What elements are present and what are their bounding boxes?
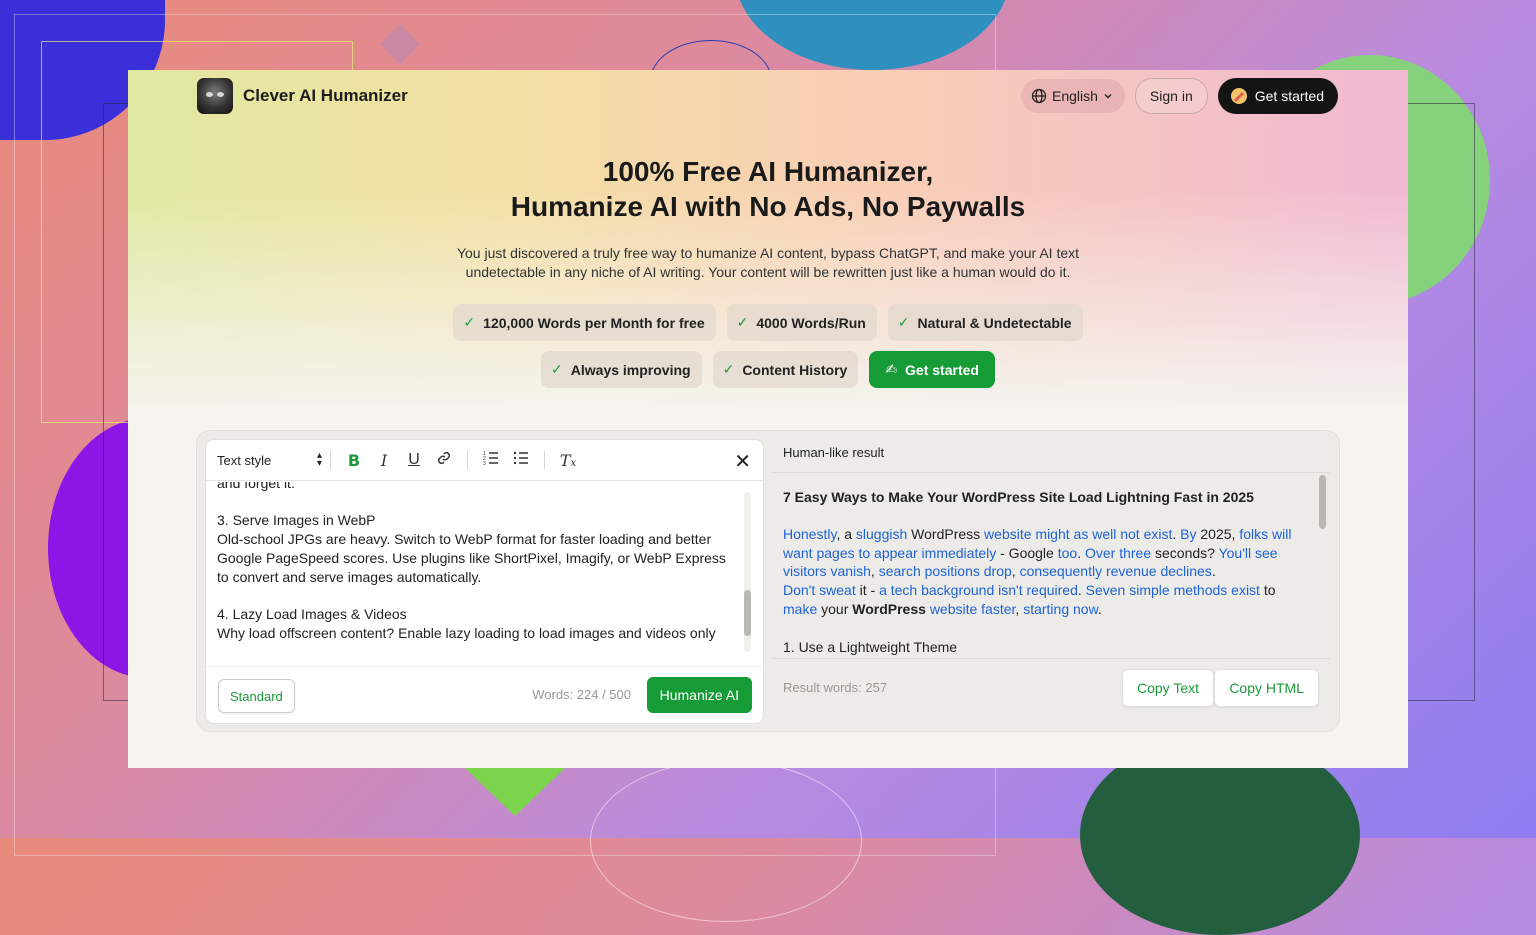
- close-icon[interactable]: ✕: [734, 449, 751, 474]
- editor-line: 3. Serve Images in WebP: [217, 512, 376, 529]
- feature-row: ✓ Always improving ✓ Content History ✍ Get …: [128, 351, 1408, 388]
- italic-icon[interactable]: I: [369, 451, 399, 470]
- editor-toolbar: Text style ▴ ▾ B I U 123 Tx ✕: [206, 440, 763, 481]
- result-text[interactable]: 7 Easy Ways to Make Your WordPress Site …: [783, 488, 1308, 661]
- editor-line: and forget it.: [217, 482, 295, 491]
- check-icon: ✓: [463, 314, 476, 330]
- feature-label: Natural & Undetectable: [917, 314, 1072, 331]
- result-footer: Result words: 257 Copy Text Copy HTML: [772, 658, 1330, 715]
- feature-label: Always improving: [570, 361, 691, 378]
- result-line: 1. Use a Lightweight Theme: [783, 638, 958, 655]
- feature-pill: ✓ Natural & Undetectable: [887, 304, 1083, 341]
- subtitle-line-1: You just discovered a truly free way to …: [456, 245, 1080, 261]
- check-icon: ✓: [722, 361, 735, 377]
- language-label: English: [1052, 88, 1098, 104]
- input-editor: Text style ▴ ▾ B I U 123 Tx ✕ and forget…: [205, 439, 764, 724]
- brand-logo[interactable]: Clever AI Humanizer: [197, 78, 408, 114]
- editor-line: [217, 586, 732, 605]
- scrollbar-thumb[interactable]: [1319, 475, 1326, 529]
- editor-line: Why load offscreen content? Enable lazy …: [217, 624, 716, 641]
- bullet-list-icon[interactable]: [506, 450, 536, 471]
- toolbar-divider: [544, 451, 545, 469]
- editor-line: [217, 493, 732, 512]
- check-icon: ✓: [736, 314, 749, 330]
- page-title: 100% Free AI Humanizer, Humanize AI with…: [128, 154, 1408, 224]
- page-subtitle: You just discovered a truly free way to …: [428, 244, 1108, 282]
- feature-pill: ✓ 120,000 Words per Month for free: [453, 304, 716, 341]
- editor-footer: Standard Words: 224 / 500 Humanize AI: [206, 666, 763, 723]
- title-line-2: Humanize AI with No Ads, No Paywalls: [510, 191, 1026, 222]
- feature-row: ✓ 120,000 Words per Month for free ✓ 4000 …: [128, 304, 1408, 341]
- result-paragraph: Honestly, a sluggish WordPress website m…: [783, 525, 1292, 580]
- clear-format-icon[interactable]: Tx: [553, 451, 583, 470]
- chevron-down-icon: [1104, 94, 1112, 99]
- check-icon: ✓: [551, 361, 563, 377]
- result-gap: [783, 619, 1308, 638]
- humanize-button[interactable]: Humanize AI: [646, 677, 752, 713]
- editor-line: 4. Lazy Load Images & Videos: [217, 605, 407, 622]
- humanizer-tool: Text style ▴ ▾ B I U 123 Tx ✕ and forget…: [196, 430, 1340, 732]
- feature-label: 120,000 Words per Month for free: [483, 314, 705, 331]
- get-started-cta-button[interactable]: ✍ Get started: [869, 351, 995, 388]
- brand-name: Clever AI Humanizer: [243, 86, 408, 105]
- globe-icon: [1031, 88, 1047, 104]
- feature-label: 4000 Words/Run: [756, 314, 866, 331]
- copy-text-button[interactable]: Copy Text: [1122, 669, 1214, 707]
- result-scrollbar[interactable]: [1319, 473, 1326, 655]
- word-count: Words: 224 / 500: [532, 687, 631, 702]
- ordered-list-icon[interactable]: 123: [476, 450, 506, 471]
- editor-text-area[interactable]: and forget it. 3. Serve Images in WebP O…: [217, 482, 732, 662]
- toolbar-divider: [330, 451, 331, 469]
- header-actions: English Sign in Get started: [1021, 78, 1338, 114]
- result-title: 7 Easy Ways to Make Your WordPress Site …: [783, 489, 1254, 505]
- language-selector[interactable]: English: [1021, 79, 1125, 113]
- feature-pill: ✓ Content History: [712, 351, 859, 388]
- result-heading: Human-like result: [772, 432, 1330, 473]
- copy-html-button[interactable]: Copy HTML: [1214, 669, 1319, 707]
- check-icon: ✓: [897, 314, 910, 330]
- feature-pill: ✓ 4000 Words/Run: [726, 304, 877, 341]
- scrollbar-thumb[interactable]: [744, 590, 751, 636]
- subtitle-line-2: undetectable in any niche of AI writing.…: [465, 264, 1071, 280]
- bold-icon[interactable]: B: [339, 451, 369, 470]
- text-style-select[interactable]: Text style ▴ ▾: [217, 450, 322, 469]
- bg-line: [590, 760, 862, 922]
- result-paragraph: Don't sweat it - a tech background isn't…: [783, 582, 1276, 617]
- cta-label: Get started: [905, 361, 979, 378]
- svg-text:3: 3: [483, 461, 486, 466]
- editor-line: Old-school JPGs are heavy. Switch to Web…: [217, 531, 712, 548]
- feature-pill: ✓ Always improving: [541, 351, 702, 388]
- writing-hand-icon: ✍: [885, 361, 898, 377]
- underline-icon[interactable]: U: [399, 451, 429, 469]
- get-started-label: Get started: [1254, 88, 1324, 104]
- sign-in-button[interactable]: Sign in: [1134, 78, 1208, 114]
- pen-icon: [1230, 88, 1247, 104]
- result-word-count: Result words: 257: [783, 680, 888, 695]
- text-style-label: Text style: [217, 452, 272, 468]
- robot-face-icon: [197, 78, 233, 114]
- editor-line: to convert and serve images automaticall…: [217, 568, 482, 585]
- mode-button[interactable]: Standard: [218, 679, 295, 713]
- bg-shape: [735, 0, 1010, 70]
- toolbar-divider: [467, 451, 468, 469]
- editor-scrollbar[interactable]: [744, 492, 751, 652]
- link-icon[interactable]: [429, 450, 459, 471]
- get-started-button[interactable]: Get started: [1217, 78, 1338, 114]
- main-panel: Clever AI Humanizer English Sign in Get …: [128, 70, 1408, 768]
- bg-shape: [380, 24, 420, 64]
- feature-label: Content History: [742, 361, 848, 378]
- bg-shape: [465, 768, 565, 816]
- result-panel: Human-like result 7 Easy Ways to Make Yo…: [772, 432, 1330, 715]
- title-line-1: 100% Free AI Humanizer,: [602, 156, 934, 187]
- editor-line: Google PageSpeed scores. Use plugins lik…: [217, 549, 726, 566]
- updown-chevron-icon: ▴ ▾: [316, 450, 322, 469]
